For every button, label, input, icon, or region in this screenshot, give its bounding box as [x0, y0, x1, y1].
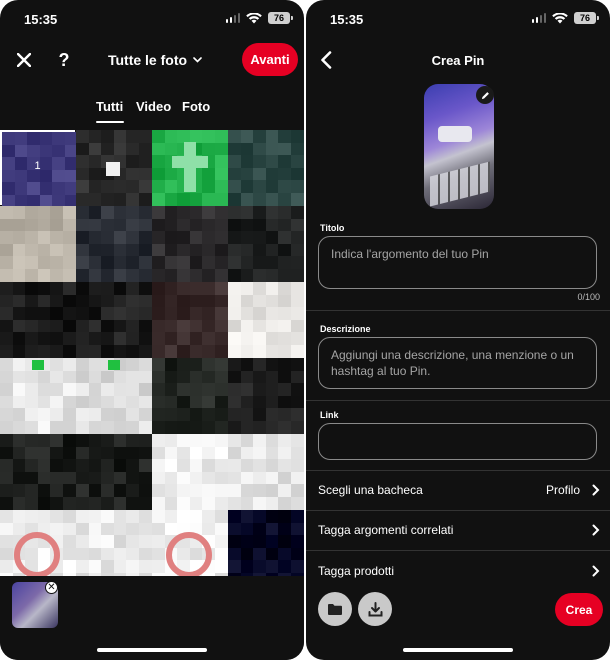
divider [306, 550, 610, 551]
save-draft-button[interactable] [318, 592, 352, 626]
pencil-icon [481, 91, 489, 99]
wifi-icon [246, 12, 262, 23]
divider [306, 400, 610, 401]
photo-thumbnail[interactable] [152, 358, 228, 434]
photo-thumbnail[interactable] [0, 206, 76, 282]
photo-thumbnail[interactable] [228, 434, 304, 510]
photo-thumbnail[interactable] [228, 282, 304, 358]
wifi-icon [552, 12, 568, 23]
signal-icon [531, 13, 546, 23]
photo-grid: 1 [0, 130, 304, 576]
description-field[interactable]: Aggiungi una descrizione, una menzione o… [318, 337, 597, 389]
photo-thumbnail[interactable] [0, 282, 76, 358]
divider [306, 310, 610, 311]
divider [306, 470, 610, 471]
tag-products-label: Tagga prodotti [318, 564, 395, 578]
download-icon [368, 601, 382, 616]
chevron-right-icon [592, 524, 600, 536]
tab-video[interactable]: Video [136, 99, 171, 114]
status-bar: 15:35 76 [306, 0, 610, 40]
tag-topics-label: Tagga argomenti correlati [318, 523, 454, 537]
choose-board-label: Scegli una bacheca [318, 483, 423, 497]
active-tab-indicator [96, 121, 124, 123]
photo-thumbnail[interactable] [228, 510, 304, 576]
close-button[interactable] [12, 48, 36, 72]
home-indicator [403, 648, 513, 652]
chevron-right-icon [592, 484, 600, 496]
photo-thumbnail[interactable] [76, 130, 152, 206]
folder-icon [328, 603, 342, 615]
photo-thumbnail[interactable] [152, 282, 228, 358]
selection-tray: ✕ [0, 576, 304, 660]
status-time: 15:35 [330, 12, 364, 27]
photo-thumbnail[interactable] [76, 434, 152, 510]
photo-thumbnail[interactable] [0, 358, 76, 434]
next-button[interactable]: Avanti [242, 43, 298, 76]
photo-thumbnail[interactable] [76, 206, 152, 282]
signal-icon [225, 13, 240, 23]
chevron-right-icon [592, 565, 600, 577]
create-pin-screen: 15:35 76 Crea Pin Titolo Indica l'argome… [306, 0, 610, 660]
tab-photo[interactable]: Foto [182, 99, 210, 114]
battery-icon: 76 [268, 12, 293, 24]
photo-thumbnail[interactable]: 1 [0, 130, 78, 208]
photo-thumbnail[interactable] [76, 358, 152, 434]
photo-thumbnail[interactable] [152, 130, 228, 206]
photo-picker-screen: 15:35 76 ? Tutte le foto Avanti Tutti Vi… [0, 0, 304, 660]
download-button[interactable] [358, 592, 392, 626]
photo-thumbnail[interactable] [228, 206, 304, 282]
close-icon [17, 53, 31, 67]
photo-thumbnail[interactable] [152, 510, 228, 576]
help-button[interactable]: ? [52, 48, 76, 72]
link-label: Link [320, 410, 339, 420]
remove-icon: ✕ [47, 582, 56, 593]
photo-thumbnail[interactable] [228, 358, 304, 434]
tag-products-row[interactable]: Tagga prodotti [318, 556, 600, 586]
battery-icon: 76 [574, 12, 599, 24]
remove-selection-button[interactable]: ✕ [45, 581, 58, 594]
edit-image-button[interactable] [476, 86, 494, 104]
photo-thumbnail[interactable] [152, 434, 228, 510]
choose-board-row[interactable]: Scegli una bacheca Profilo [318, 475, 600, 505]
photo-thumbnail[interactable] [76, 510, 152, 576]
title-field[interactable]: Indica l'argomento del tuo Pin [318, 236, 597, 289]
help-icon: ? [58, 49, 70, 70]
title-label: Titolo [320, 223, 345, 233]
description-label: Descrizione [320, 324, 371, 334]
divider [306, 510, 610, 511]
photo-thumbnail[interactable] [0, 510, 76, 576]
media-tabs: Tutti Video Foto [0, 99, 304, 125]
photo-thumbnail[interactable] [76, 282, 152, 358]
album-picker[interactable]: Tutte le foto [100, 52, 210, 68]
chevron-down-icon [193, 57, 202, 63]
tag-topics-row[interactable]: Tagga argomenti correlati [318, 515, 600, 545]
album-label: Tutte le foto [107, 52, 188, 68]
page-title: Crea Pin [431, 53, 485, 68]
title-char-counter: 0/100 [577, 292, 600, 302]
board-value: Profilo [545, 483, 580, 497]
status-time: 15:35 [24, 12, 58, 27]
photo-thumbnail[interactable] [152, 206, 228, 282]
status-bar: 15:35 76 [0, 0, 304, 40]
home-indicator [97, 648, 207, 652]
photo-thumbnail[interactable] [228, 130, 304, 206]
selection-number: 1 [34, 160, 41, 172]
create-button[interactable]: Crea [555, 593, 603, 626]
link-field[interactable] [318, 423, 597, 460]
tab-all[interactable]: Tutti [96, 99, 123, 114]
photo-thumbnail[interactable] [0, 434, 76, 510]
